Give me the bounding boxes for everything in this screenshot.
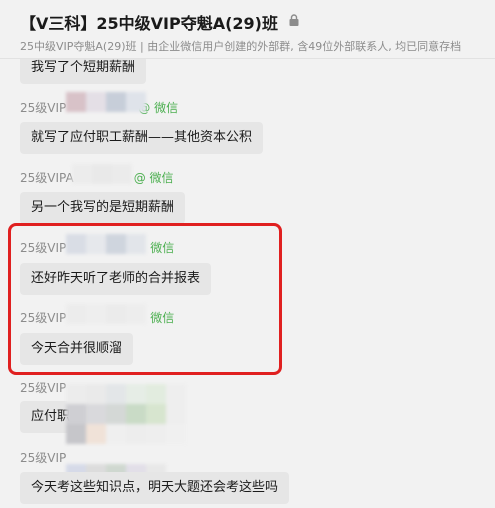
sender-name: 25级VIP	[20, 101, 67, 115]
sender-name: 25级VIP	[20, 451, 67, 465]
redacted-avatar-mosaic	[66, 92, 186, 112]
redacted-avatar-mosaic	[66, 384, 186, 444]
sender-name: 25级VIP	[20, 381, 67, 395]
message-bubble[interactable]: 就写了应付职工薪酬——其他资本公积	[20, 122, 264, 154]
message-bubble[interactable]: 今天考这些知识点，明天大题还会考这些吗	[20, 472, 290, 504]
chat-header: 【V三科】25中级VIP夺魁A(29)班 25中级VIP夺魁A(29)班 | 由…	[0, 0, 495, 59]
lock-icon	[289, 14, 299, 26]
group-title[interactable]: 【V三科】25中级VIP夺魁A(29)班	[20, 10, 278, 34]
message-sender: 25级VIP	[20, 379, 66, 395]
highlight-annotation-box	[8, 223, 282, 375]
redacted-avatar-mosaic	[72, 164, 192, 184]
message-sender: 25级VIP	[20, 449, 66, 465]
message-list[interactable]: 我写了个短期薪酬 25级VIP @ 微信 就写了应付职工薪酬——其他资本公积 25…	[0, 52, 495, 508]
group-subtitle: 25中级VIP夺魁A(29)班 | 由企业微信用户创建的外部群, 含49位外部联…	[20, 40, 462, 53]
message-bubble[interactable]: 另一个我写的是短期薪酬	[20, 192, 186, 224]
chat-window: 【V三科】25中级VIP夺魁A(29)班 25中级VIP夺魁A(29)班 | 由…	[0, 0, 495, 508]
sender-name: 25级VIPA	[20, 171, 74, 185]
